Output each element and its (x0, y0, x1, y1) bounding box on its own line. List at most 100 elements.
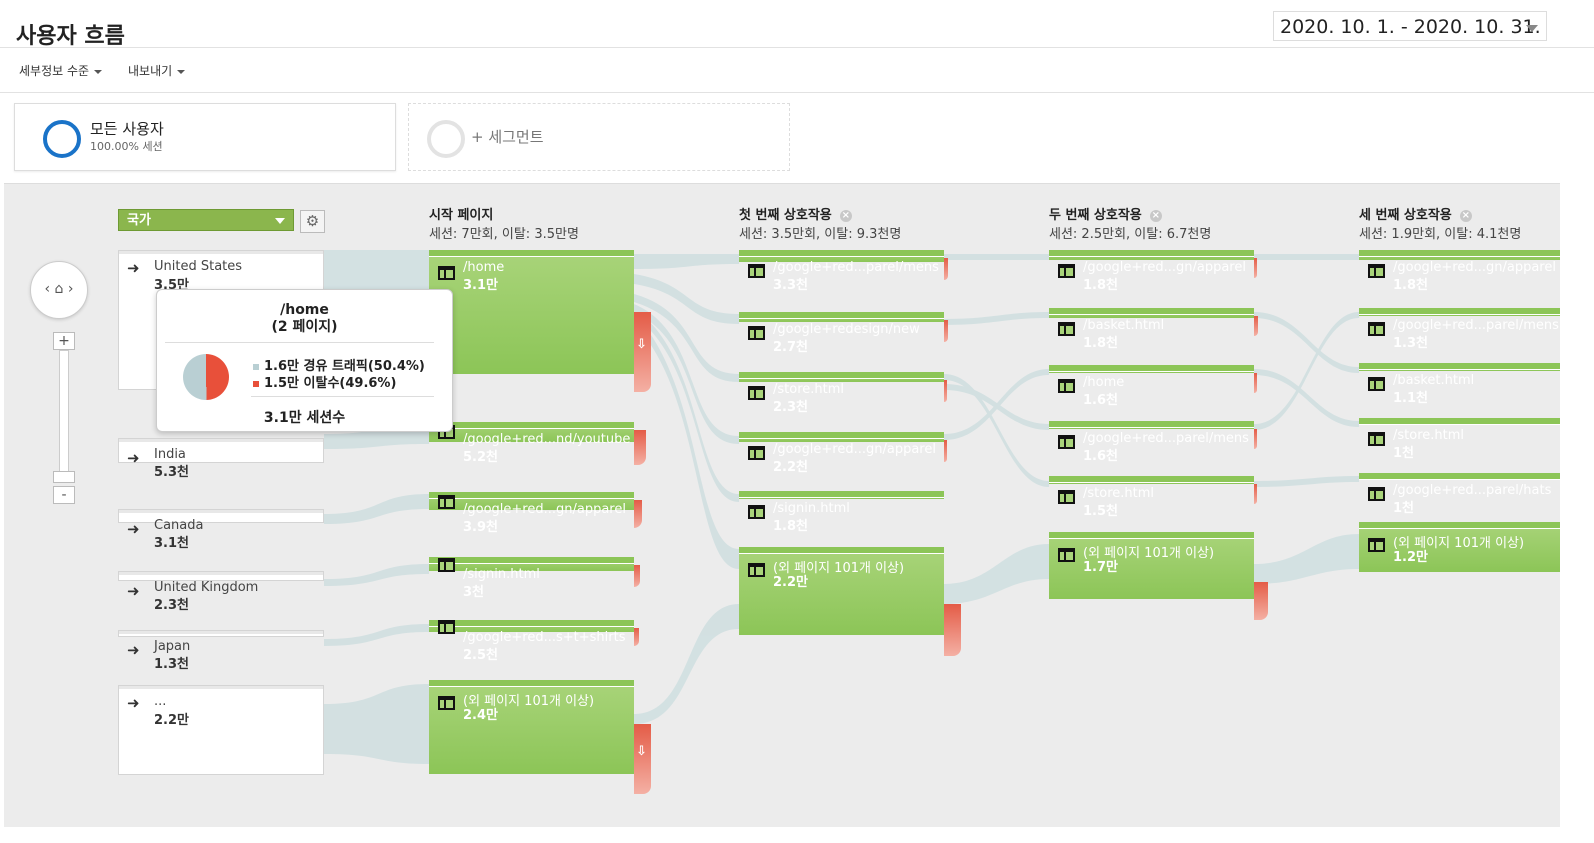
page-value: 1천 (1393, 501, 1415, 516)
page-icon (438, 266, 455, 280)
dropoff-bar[interactable] (1254, 429, 1257, 449)
page-node[interactable]: (외 페이지 101개 이상) 1.2만 (1359, 522, 1560, 572)
flow-ribbon (1254, 534, 1359, 584)
page-node[interactable]: /google+red...s+t+shirts 2.5천 (429, 620, 634, 663)
country-node[interactable]: ➜ United Kingdom 2.3천 (118, 571, 324, 613)
node-bar (739, 432, 944, 439)
country-node[interactable]: ➜ Japan 1.3천 (118, 630, 324, 672)
dropoff-bar[interactable] (634, 430, 646, 465)
country-name: Canada (154, 518, 204, 533)
dropoff-bar[interactable] (634, 500, 642, 528)
page-node[interactable]: /google+red...gn/apparel 1.8천 (1359, 250, 1560, 293)
close-icon[interactable]: × (1459, 209, 1472, 222)
country-node[interactable]: ➜ ... 2.2만 (118, 685, 324, 775)
dimension-select[interactable]: 국가 (118, 209, 294, 231)
page-name: /signin.html (463, 567, 540, 582)
entry-arrow-icon: ➜ (127, 520, 140, 538)
dropoff-bar[interactable] (634, 628, 639, 646)
node-bar (119, 439, 323, 442)
dropoff-bar[interactable] (1254, 258, 1257, 278)
page-node[interactable]: /google+red...parel/mens 1.6천 (1049, 421, 1254, 464)
page-node[interactable]: /google+red...gn/apparel 2.2천 (739, 432, 944, 475)
dropoff-bar[interactable] (1254, 582, 1268, 620)
divider (251, 396, 434, 397)
dropoff-bar[interactable] (944, 604, 961, 656)
close-icon[interactable]: × (1149, 209, 1162, 222)
page-node[interactable]: /google+red...gn/apparel 1.8천 (1049, 250, 1254, 293)
page-name: /google+red...parel/mens (773, 260, 939, 275)
zoom-slider-track[interactable] (59, 350, 69, 480)
dimension-label: 국가 (127, 213, 151, 228)
node-bar (429, 557, 634, 564)
page-name: /google+red...gn/apparel (1083, 260, 1246, 275)
node-bar (429, 680, 634, 687)
dropoff-bar[interactable] (944, 320, 948, 342)
export-menu[interactable]: 내보내기 (128, 62, 186, 79)
node-bar (739, 312, 944, 319)
country-node[interactable]: ➜ Canada 3.1천 (118, 509, 324, 551)
flow-canvas[interactable]: 시작 페이지 세션: 7만회, 이탈: 3.5만명 첫 번째 상호작용 × 세션:… (4, 183, 1560, 827)
dropoff-bar[interactable] (634, 565, 640, 587)
dropoff-bar[interactable]: ⇩ (634, 312, 651, 392)
dropoff-bar[interactable]: ⇩ (634, 724, 651, 794)
close-icon[interactable]: × (839, 209, 852, 222)
page-name: /store.html (1393, 428, 1465, 443)
date-range-picker[interactable]: 2020. 10. 1. - 2020. 10. 31. (1273, 11, 1547, 41)
zoom-out-button[interactable]: - (53, 486, 75, 504)
detail-level-menu[interactable]: 세부정보 수준 (19, 62, 103, 79)
page-node[interactable]: /google+redesign/new 2.7천 (739, 312, 944, 355)
page-node[interactable]: /home 3.1만 (429, 250, 634, 374)
column-title: 시작 페이지 (429, 208, 494, 223)
dropoff-bar[interactable] (944, 440, 947, 462)
segment-share: 100.00% 세션 (90, 140, 163, 153)
page-icon (748, 446, 765, 460)
pan-control[interactable]: ‹ ⌂ › (30, 261, 88, 319)
node-bar (429, 492, 634, 499)
page-node[interactable]: /google+red...parel/mens 3.3천 (739, 250, 944, 293)
page-icon (1368, 538, 1385, 552)
page-node[interactable]: /google+red...nd/youtube 5.2천 (429, 422, 634, 465)
page-value: 1.3천 (1393, 336, 1428, 351)
dropoff-bar[interactable] (944, 380, 947, 402)
total-label: 세션수 (306, 410, 346, 426)
page-node[interactable]: /store.html 1천 (1359, 418, 1560, 461)
page-icon (1368, 264, 1385, 278)
segment-ring-icon (43, 120, 81, 158)
page-node[interactable]: /signin.html 3천 (429, 557, 634, 600)
zoom-slider-handle[interactable] (53, 471, 75, 483)
page-value: 1.2만 (1393, 550, 1428, 565)
settings-gear-button[interactable]: ⚙ (300, 210, 325, 233)
page-node[interactable]: /store.html 2.3천 (739, 372, 944, 415)
flow-ribbon (324, 494, 429, 524)
page-node[interactable]: /google+red...gn/apparel 3.9천 (429, 492, 634, 535)
page-node[interactable]: /store.html 1.5천 (1049, 476, 1254, 519)
page-node[interactable]: (외 페이지 101개 이상) 2.2만 (739, 547, 944, 635)
country-node[interactable]: ➜ India 5.3천 (118, 438, 324, 480)
zoom-in-button[interactable]: + (53, 332, 75, 350)
country-value: 5.3천 (154, 465, 189, 480)
gear-icon: ⚙ (305, 212, 320, 230)
page-node[interactable]: /basket.html 1.8천 (1049, 308, 1254, 351)
node-bar (429, 620, 634, 627)
node-bar (1359, 522, 1560, 529)
page-value: 2.7천 (773, 340, 808, 355)
page-node[interactable]: (외 페이지 101개 이상) 2.4만 (429, 680, 634, 774)
dropoff-bar[interactable] (1254, 316, 1258, 336)
dropoff-bar[interactable] (1254, 373, 1257, 393)
divider (165, 342, 434, 343)
page-icon (1368, 487, 1385, 501)
page-node[interactable]: /google+red...parel/hats 1천 (1359, 473, 1560, 516)
column-header-third: 세 번째 상호작용 × 세션: 1.9만회, 이탈: 4.1천명 (1359, 204, 1521, 242)
page-node[interactable]: /home 1.6천 (1049, 365, 1254, 408)
page-node[interactable]: /signin.html 1.8천 (739, 491, 944, 534)
tooltip-page: /home (280, 302, 329, 318)
add-segment-button[interactable]: + 세그먼트 (408, 103, 790, 171)
add-segment-label: + 세그먼트 (471, 128, 544, 146)
dropoff-bar[interactable] (944, 258, 948, 280)
page-node[interactable]: /basket.html 1.1천 (1359, 363, 1560, 406)
page-node[interactable]: (외 페이지 101개 이상) 1.7만 (1049, 532, 1254, 599)
segment-all-users[interactable]: 모든 사용자 100.00% 세션 (14, 103, 396, 171)
total-value: 3.1만 (263, 410, 302, 426)
dropoff-bar[interactable] (1254, 484, 1257, 504)
page-node[interactable]: /google+red...parel/mens 1.3천 (1359, 308, 1560, 351)
